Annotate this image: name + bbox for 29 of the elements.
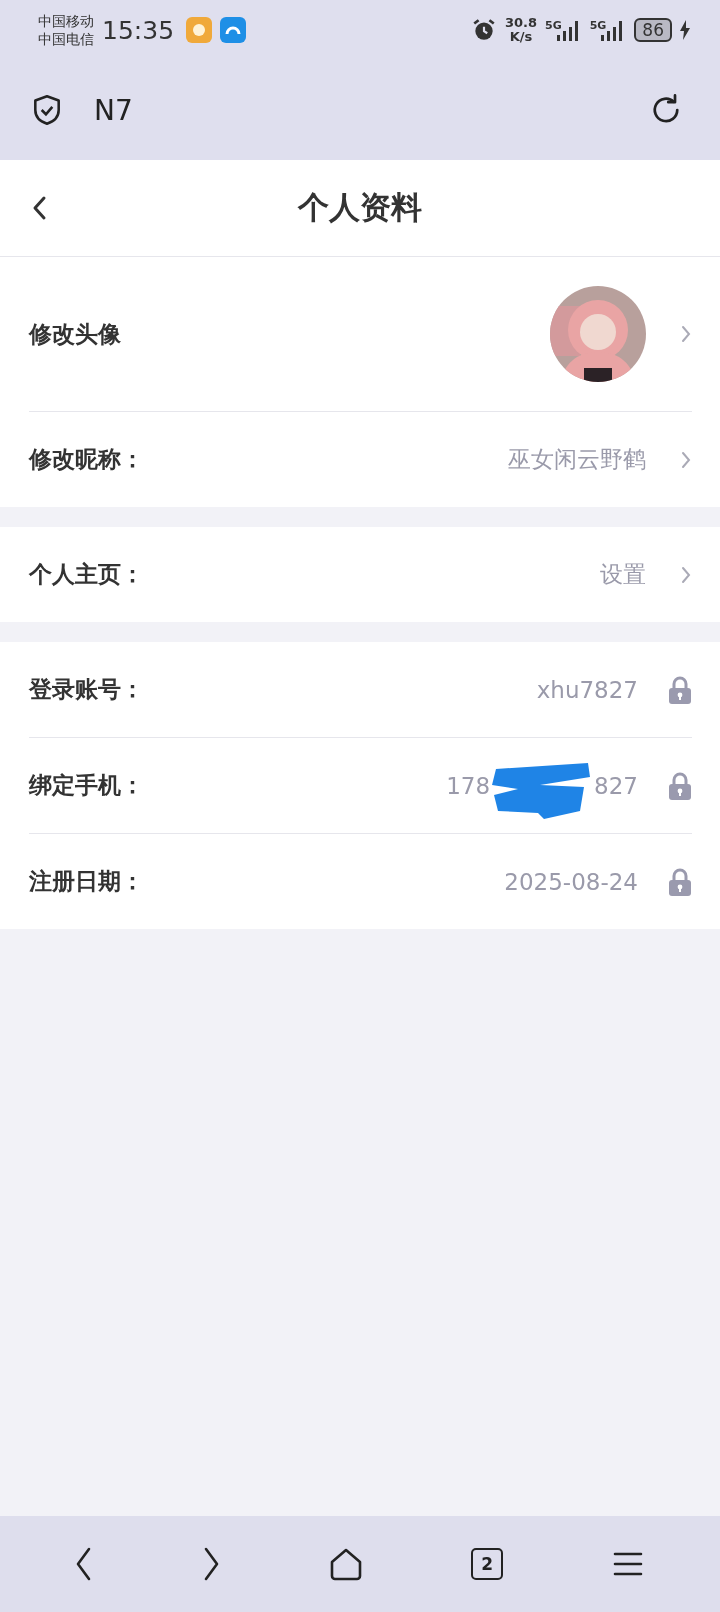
- battery-level: 86: [634, 18, 672, 42]
- network-speed: K/s: [509, 30, 533, 44]
- row-label: 修改昵称：: [29, 445, 144, 474]
- row-label: 个人主页：: [29, 560, 144, 589]
- lock-icon: [668, 867, 692, 896]
- page-title: N7: [94, 93, 133, 127]
- app-notification-icon: [220, 17, 247, 43]
- row-value: 827: [594, 772, 638, 799]
- row-label: 绑定手机：: [29, 771, 144, 800]
- row-label: 修改头像: [29, 319, 121, 349]
- screen-title: 个人资料: [298, 188, 422, 227]
- network-type: 5G: [589, 19, 607, 32]
- row-label: 登录账号：: [29, 675, 144, 704]
- lock-icon: [668, 771, 692, 800]
- row-value: 178: [446, 772, 491, 799]
- row-value: xhu7827: [536, 676, 638, 703]
- row-label: 注册日期：: [29, 867, 144, 896]
- row-value: 巫女闲云野鹤: [508, 445, 646, 474]
- lock-icon: [668, 675, 692, 704]
- network-speed: 30.8: [504, 16, 537, 30]
- charging-icon: [680, 20, 690, 40]
- carrier-name: 中国电信: [38, 30, 94, 48]
- network-type: 5G: [545, 19, 562, 32]
- app-notification-icon: [186, 17, 213, 43]
- row-value: 2025-08-24: [504, 868, 638, 895]
- clock-time: 15:35: [102, 15, 175, 45]
- carrier-name: 中国移动: [38, 12, 94, 30]
- tabs-button[interactable]: 2: [471, 1548, 504, 1580]
- row-value: 设置: [600, 560, 646, 589]
